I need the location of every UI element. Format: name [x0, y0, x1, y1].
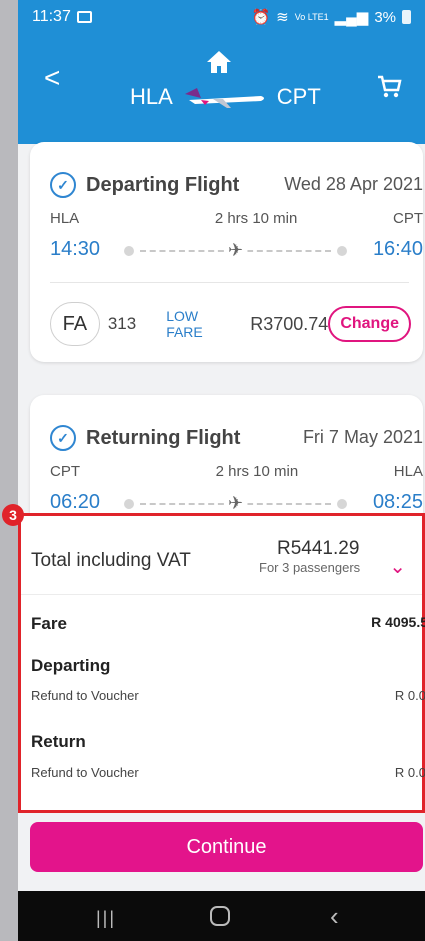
returning-dep-time: 06:20: [50, 491, 101, 513]
fare-value: R 4095.5: [371, 614, 425, 630]
return-section-title: Return: [31, 732, 86, 751]
fare-amount: R3700.74: [250, 313, 329, 334]
airplane-image: [184, 88, 264, 108]
returning-title: Returning Flight: [86, 426, 241, 449]
total-amount: R5441.29: [277, 538, 360, 559]
battery-percent: 3%: [374, 8, 396, 26]
departing-from: HLA: [50, 210, 80, 227]
app-header: < HLA CPT: [18, 34, 425, 144]
departing-header: ✓ Departing Flight: [50, 172, 239, 198]
battery-icon: [402, 10, 411, 24]
phone-screen: 11:37 ⏰ ≋ Vo LTE1 ▂▄▆ 3% < HLA CPT ✓ Dep…: [18, 0, 425, 941]
back-arrow-icon[interactable]: <: [44, 62, 60, 94]
home-icon[interactable]: [206, 50, 232, 74]
continue-button[interactable]: Continue: [30, 822, 423, 872]
track-start-dot: [124, 246, 134, 256]
departing-dep-time: 14:30: [50, 238, 101, 260]
change-button[interactable]: Change: [328, 306, 411, 342]
status-time: 11:37: [32, 8, 71, 25]
returning-header: ✓ Returning Flight: [50, 425, 240, 451]
status-right: ⏰ ≋ Vo LTE1 ▂▄▆ 3%: [251, 8, 411, 26]
route-title: HLA CPT: [130, 84, 321, 110]
flight-number: 313: [107, 314, 137, 333]
passenger-count: For 3 passengers: [259, 560, 361, 575]
annotation-badge: 3: [2, 504, 24, 526]
card-divider: [50, 282, 409, 283]
check-circle-icon: ✓: [50, 172, 76, 198]
image-notification-icon: [76, 11, 92, 23]
summary-divider: [21, 594, 422, 595]
airline-badge: FA: [50, 302, 100, 346]
departing-to: CPT: [392, 210, 423, 227]
alarm-icon: ⏰: [251, 9, 271, 26]
fare-label: Fare: [31, 614, 67, 633]
signal-icon: ▂▄▆: [334, 9, 369, 26]
back-icon[interactable]: ‹: [330, 901, 339, 932]
destination-code: CPT: [276, 84, 321, 109]
returning-date: Fri 7 May 2021: [302, 427, 423, 447]
departing-section-title: Departing: [31, 656, 111, 675]
departing-refund-line: Refund to Voucher: [31, 688, 139, 703]
departing-title: Departing Flight: [86, 173, 240, 196]
return-refund-value: R 0.0: [394, 765, 425, 780]
return-refund-line: Refund to Voucher: [31, 765, 139, 780]
price-summary-panel[interactable]: Total including VAT R5441.29 For 3 passe…: [18, 513, 425, 813]
returning-codes: CPT 2 hrs 10 min HLA: [50, 463, 423, 480]
origin-code: HLA: [130, 84, 173, 109]
android-nav-bar: ||| ‹: [18, 891, 425, 941]
departing-flight-card: ✓ Departing Flight Wed 28 Apr 2021 HLA 2…: [30, 142, 423, 362]
returning-to: HLA: [393, 463, 423, 480]
departing-codes: HLA 2 hrs 10 min CPT: [50, 210, 423, 227]
fare-row: FA 313 LOW FARE R3700.74 Change: [50, 302, 411, 346]
status-bar: 11:37 ⏰ ≋ Vo LTE1 ▂▄▆ 3%: [18, 0, 425, 34]
returning-from: CPT: [50, 463, 80, 480]
departing-date: Wed 28 Apr 2021: [284, 174, 423, 194]
network-label: Vo LTE1: [294, 12, 329, 22]
departing-refund-value: R 0.0: [394, 688, 425, 703]
departing-times: 14:30 ✈ 16:40: [50, 238, 423, 264]
track-end-dot: [337, 499, 347, 509]
plane-icon: ✈: [223, 240, 248, 261]
departing-arr-time: 16:40: [372, 238, 423, 260]
track-end-dot: [337, 246, 347, 256]
recents-icon[interactable]: |||: [96, 908, 116, 929]
status-time-group: 11:37: [32, 8, 92, 26]
returning-duration: 2 hrs 10 min: [215, 463, 299, 480]
departing-duration: 2 hrs 10 min: [214, 210, 298, 227]
track-start-dot: [124, 499, 134, 509]
flight-track: ✈: [124, 493, 347, 514]
fare-type: LOW FARE: [166, 308, 203, 340]
plane-icon: ✈: [223, 493, 248, 514]
cart-icon[interactable]: [376, 74, 402, 100]
wifi-icon: ≋: [276, 9, 289, 26]
flight-track: ✈: [124, 240, 347, 261]
home-button-icon[interactable]: [210, 906, 230, 926]
chevron-down-icon[interactable]: ⌄: [389, 554, 406, 579]
returning-arr-time: 08:25: [372, 491, 423, 513]
total-label: Total including VAT: [31, 550, 191, 571]
check-circle-icon: ✓: [50, 425, 76, 451]
